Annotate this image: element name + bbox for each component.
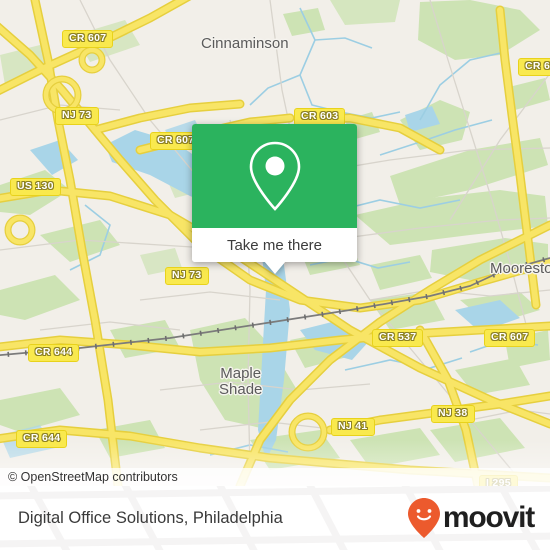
place-label-cinnaminson: Cinnaminson xyxy=(201,35,289,52)
road-shield: CR 607 xyxy=(484,329,536,347)
place-label-line: Maple xyxy=(220,365,262,382)
moovit-wordmark: moovit xyxy=(442,501,535,534)
moovit-logo[interactable]: moovit xyxy=(407,497,535,539)
road-shield: CR 644 xyxy=(28,344,80,362)
attribution-text[interactable]: © OpenStreetMap contributors xyxy=(0,470,178,484)
road-shield: NJ 38 xyxy=(431,405,475,423)
map-screenshot: CR 607 NJ 73 US 130 CR 607 CR 603 CR 61 … xyxy=(0,0,550,550)
location-title: Digital Office Solutions, Philadelphia xyxy=(18,508,283,527)
road-shield: US 130 xyxy=(10,178,61,196)
road-shield: NJ 73 xyxy=(165,267,209,285)
place-label-moorestown: Moorestown xyxy=(490,260,550,277)
popup-image-area xyxy=(192,124,357,228)
take-me-there-label: Take me there xyxy=(226,236,323,254)
road-shield: NJ 73 xyxy=(55,107,99,125)
place-label-maple-shade: Maple Shade xyxy=(219,366,262,398)
map-viewport[interactable]: CR 607 NJ 73 US 130 CR 607 CR 603 CR 61 … xyxy=(0,0,550,486)
take-me-there-button[interactable]: Take me there xyxy=(192,228,357,262)
road-shield: CR 607 xyxy=(62,30,114,48)
road-shield: NJ 41 xyxy=(331,418,375,436)
road-shield: CR 61 xyxy=(518,58,550,76)
map-pin-icon xyxy=(249,141,300,211)
road-shield: CR 537 xyxy=(372,329,424,347)
footer-bar: Digital Office Solutions, Philadelphia m… xyxy=(0,486,550,550)
popup-body: Take me there xyxy=(192,124,357,262)
moovit-smiley-pin-icon xyxy=(407,498,440,538)
location-popup[interactable]: Take me there xyxy=(192,124,357,274)
map-attribution: © OpenStreetMap contributors xyxy=(0,468,550,486)
place-label-line: Shade xyxy=(219,381,263,398)
popup-tail xyxy=(264,261,286,274)
road-shield: CR 644 xyxy=(16,430,68,448)
footer-content: Digital Office Solutions, Philadelphia m… xyxy=(0,486,550,550)
